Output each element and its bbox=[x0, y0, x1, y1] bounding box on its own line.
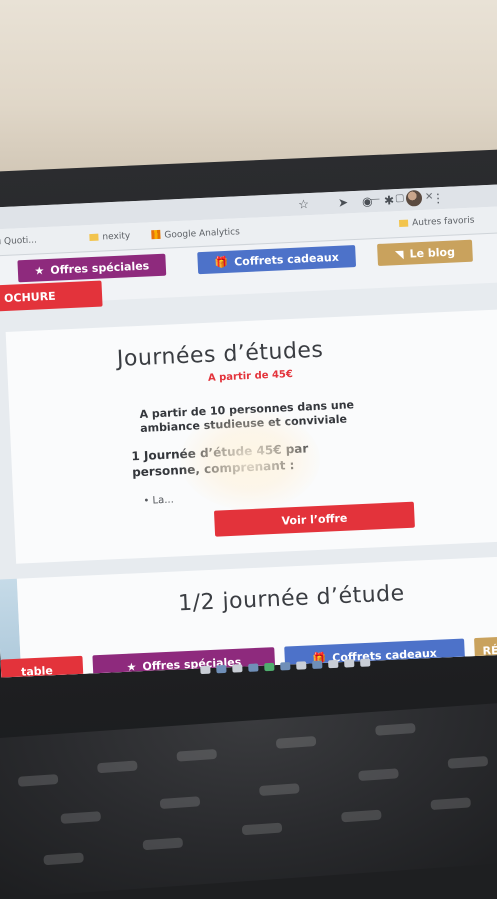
keyboard-key bbox=[430, 797, 472, 811]
keyboard-key bbox=[97, 760, 138, 774]
send-icon[interactable]: ➤ bbox=[338, 195, 349, 209]
card-price: A partir de 45€ bbox=[207, 368, 294, 384]
keyboard-key bbox=[17, 774, 59, 787]
tray-icon[interactable] bbox=[264, 662, 275, 672]
bookmark-item[interactable]: e au Quoti... bbox=[0, 235, 37, 248]
star-icon[interactable]: ☆ bbox=[298, 197, 309, 211]
keyboard-key bbox=[60, 811, 102, 824]
laptop-screen: — ▢ ✕ e au Quoti... nexity Google Analyt… bbox=[0, 183, 497, 678]
keyboard-key bbox=[358, 768, 399, 782]
rss-icon: ◥ bbox=[394, 247, 404, 261]
keyboard-key bbox=[142, 837, 184, 851]
extensions-icon[interactable]: ✱ bbox=[384, 193, 395, 207]
tray-icon[interactable] bbox=[248, 663, 259, 672]
tray-icon[interactable] bbox=[280, 662, 291, 671]
card2-title: 1/2 journée d’étude bbox=[177, 581, 406, 617]
keyboard-key bbox=[447, 756, 489, 769]
circle-icon[interactable]: ◉ bbox=[362, 194, 373, 208]
keyboard-key bbox=[176, 748, 218, 762]
tray-icon[interactable] bbox=[232, 664, 243, 673]
keyboard-key bbox=[341, 809, 382, 823]
bookmark-item[interactable]: Autres favoris bbox=[398, 216, 475, 229]
keyboard-key bbox=[275, 735, 317, 749]
bookmark-item[interactable]: nexity bbox=[89, 231, 130, 243]
keyboard-key bbox=[241, 822, 283, 836]
clock-icon[interactable] bbox=[360, 658, 371, 667]
brochure-button[interactable]: OCHURE bbox=[0, 280, 103, 312]
keyboard-key bbox=[43, 852, 84, 866]
folder-icon bbox=[89, 233, 99, 242]
nav-coffrets-cadeaux[interactable]: 🎁 Coffrets cadeaux bbox=[197, 245, 357, 275]
maximize-icon[interactable]: ▢ bbox=[395, 193, 405, 204]
gift-icon: 🎁 bbox=[214, 255, 229, 269]
wifi-icon[interactable] bbox=[344, 659, 355, 668]
journees-etudes-card: Journées d’études A partir de 45€ A part… bbox=[5, 309, 497, 564]
bookmark-item[interactable]: Google Analytics bbox=[151, 226, 240, 241]
keyboard-key bbox=[159, 796, 201, 809]
analytics-icon bbox=[151, 229, 161, 240]
card-title: Journées d’études bbox=[116, 337, 324, 372]
menu-icon[interactable]: ⋮ bbox=[432, 191, 445, 206]
keyboard-key bbox=[259, 783, 300, 797]
tray-icon[interactable] bbox=[200, 665, 211, 675]
tray-icon[interactable] bbox=[312, 660, 323, 669]
keyboard-key bbox=[375, 722, 416, 736]
tray-icon[interactable] bbox=[216, 664, 227, 674]
folder-icon bbox=[398, 219, 409, 227]
star-icon: ★ bbox=[34, 263, 45, 278]
volume-icon[interactable] bbox=[328, 659, 339, 669]
voir-offre-button[interactable]: Voir l’offre bbox=[213, 501, 415, 537]
nav-le-blog[interactable]: ◥ Le blog bbox=[377, 239, 473, 267]
star-icon: ★ bbox=[126, 659, 137, 674]
card-bullet: • La... bbox=[143, 494, 175, 507]
nav-offres-speciales[interactable]: ★ Offres spéciales bbox=[17, 253, 167, 283]
nav-table-button[interactable]: table bbox=[0, 655, 84, 678]
tray-icon[interactable] bbox=[296, 661, 307, 670]
